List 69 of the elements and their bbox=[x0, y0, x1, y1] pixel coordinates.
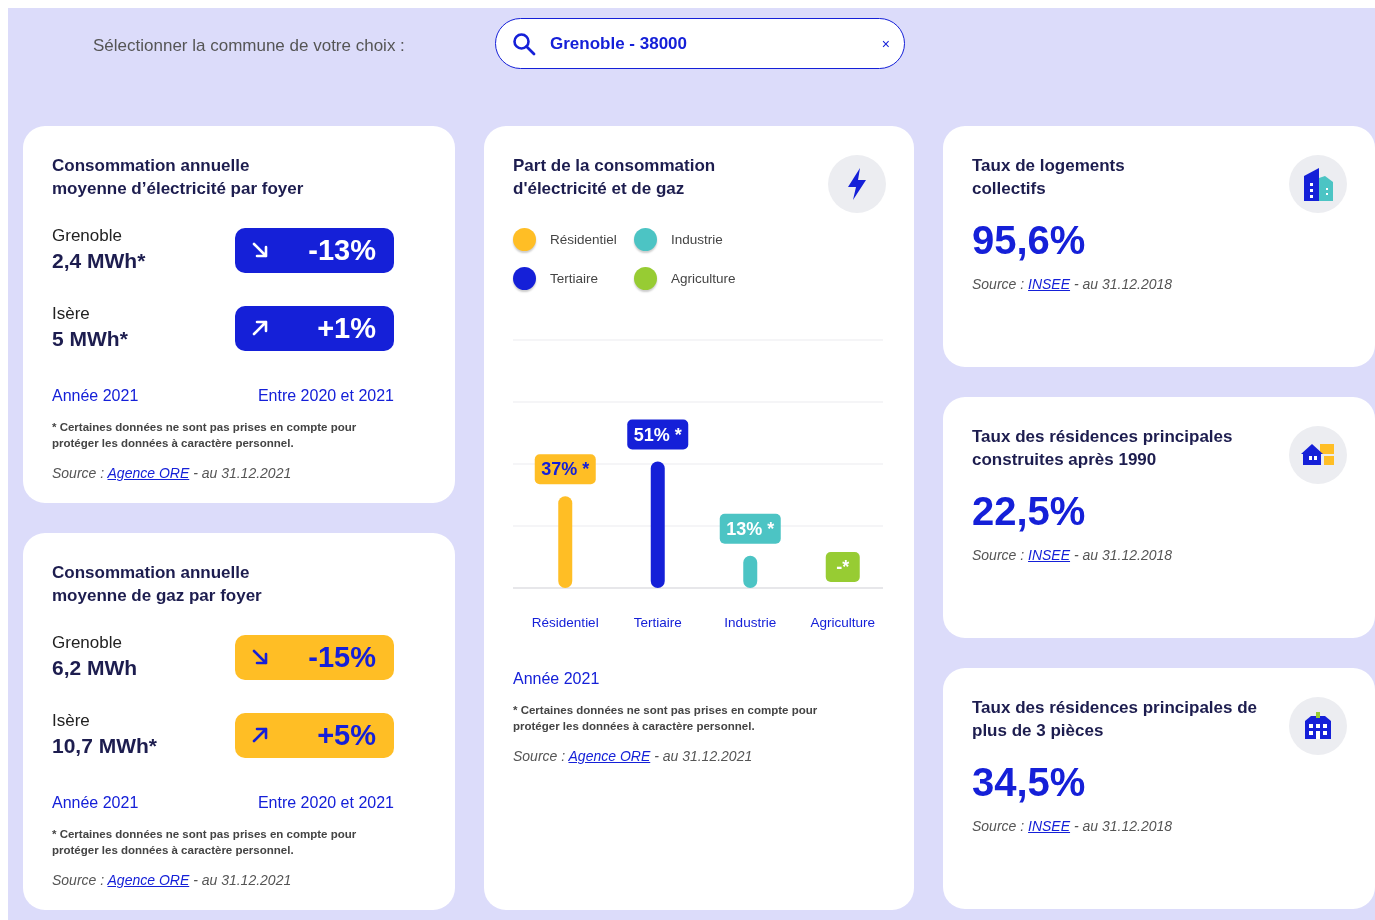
card-title: Taux des résidences principales construites après 1990 bbox=[972, 426, 1234, 471]
card-title: Consommation annuelle moyenne d’électricité par foyer bbox=[52, 155, 305, 200]
source-link[interactable]: INSEE bbox=[1028, 818, 1071, 834]
category-label: Agriculture bbox=[810, 615, 875, 630]
consumption-value: 2,4 MWh* bbox=[52, 248, 146, 274]
source-link[interactable]: Agence ORE bbox=[568, 748, 651, 764]
rate-value: 34,5% bbox=[972, 759, 1087, 806]
arrow-up-right-icon bbox=[251, 726, 269, 744]
source-note: Source : Agence ORE - au 31.12.2021 bbox=[513, 748, 754, 764]
rate-value: 22,5% bbox=[972, 488, 1087, 535]
year-label: Année 2021 bbox=[52, 794, 139, 812]
source-note: Source : INSEE - au 31.12.2018 bbox=[972, 547, 1174, 563]
consumption-value: 10,7 MWh* bbox=[52, 733, 158, 759]
arrow-down-right-icon bbox=[251, 241, 269, 259]
change-badge: +1% bbox=[235, 305, 394, 351]
clear-button[interactable]: × bbox=[881, 35, 890, 52]
change-badge: -13% bbox=[235, 227, 394, 273]
data-label: 51% * bbox=[633, 424, 682, 445]
source-note: Source : Agence ORE - au 31.12.2021 bbox=[52, 465, 293, 481]
category-label: Tertiaire bbox=[633, 615, 682, 630]
change-badge: +5% bbox=[235, 712, 394, 758]
source-link[interactable]: Agence ORE bbox=[107, 465, 190, 481]
year-label: Année 2021 bbox=[52, 387, 139, 405]
card-title: Part de la consommation d'électricité et de gaz bbox=[513, 155, 717, 200]
place-name: Isère bbox=[52, 710, 91, 732]
legend-label: Agriculture bbox=[671, 271, 736, 286]
search-icon bbox=[512, 31, 536, 56]
period-label: Entre 2020 et 2021 bbox=[257, 387, 394, 405]
legend-label: Industrie bbox=[671, 232, 723, 247]
source-link[interactable]: INSEE bbox=[1028, 276, 1071, 292]
footnote: * Certaines données ne sont pas prises en compte pour protéger les données à caractère personnel. bbox=[52, 827, 358, 858]
data-label: 37% * bbox=[541, 459, 590, 480]
source-link[interactable]: INSEE bbox=[1028, 547, 1071, 563]
apartment-building-icon bbox=[1303, 712, 1333, 740]
place-name: Grenoble bbox=[52, 225, 123, 247]
source-note: Source : Agence ORE - au 31.12.2021 bbox=[52, 872, 293, 888]
lightning-icon bbox=[845, 167, 869, 201]
house-icon bbox=[1300, 442, 1336, 468]
legend-label: Résidentiel bbox=[550, 232, 617, 247]
source-link[interactable]: Agence ORE bbox=[107, 872, 190, 888]
arrow-down-right-icon bbox=[251, 648, 269, 666]
card-title: Taux de logements collectifs bbox=[972, 155, 1126, 200]
card-title: Consommation annuelle moyenne de gaz par foyer bbox=[52, 562, 263, 607]
value-label: 37% * bbox=[534, 454, 596, 485]
source-note: Source : INSEE - au 31.12.2018 bbox=[972, 818, 1174, 834]
source-note: Source : INSEE - au 31.12.2018 bbox=[972, 276, 1174, 292]
category-label: Résidentiel bbox=[531, 615, 599, 630]
change-badge: -15% bbox=[235, 634, 394, 680]
bar bbox=[743, 555, 758, 588]
data-label: 13% * bbox=[726, 518, 775, 539]
footnote: * Certaines données ne sont pas prises en compte pour protéger les données à caractère personnel. bbox=[513, 703, 819, 734]
arrow-up-right-icon bbox=[251, 319, 269, 337]
search-field[interactable]: Grenoble - 38000 × bbox=[495, 18, 905, 69]
value-label: 51% * bbox=[627, 419, 689, 450]
year-label: Année 2021 bbox=[513, 670, 600, 687]
consumption-value: 5 MWh* bbox=[52, 326, 128, 352]
consumption-value: 6,2 MWh bbox=[52, 655, 138, 681]
card-title: Taux des résidences principales de plus de 3 pièces bbox=[972, 697, 1259, 742]
footnote: * Certaines données ne sont pas prises en compte pour protéger les données à caractère personnel. bbox=[52, 420, 358, 451]
legend-label: Tertiaire bbox=[550, 271, 598, 286]
place-name: Isère bbox=[52, 303, 91, 325]
place-name: Grenoble bbox=[52, 632, 123, 654]
search-label: Sélectionner la commune de votre choix : bbox=[93, 36, 406, 56]
value-label: 13% * bbox=[719, 513, 781, 544]
value-label: -* bbox=[825, 552, 860, 582]
period-label: Entre 2020 et 2021 bbox=[257, 794, 394, 812]
rate-value: 95,6% bbox=[972, 217, 1087, 264]
category-label: Industrie bbox=[724, 615, 777, 630]
buildings-icon bbox=[1301, 166, 1335, 202]
